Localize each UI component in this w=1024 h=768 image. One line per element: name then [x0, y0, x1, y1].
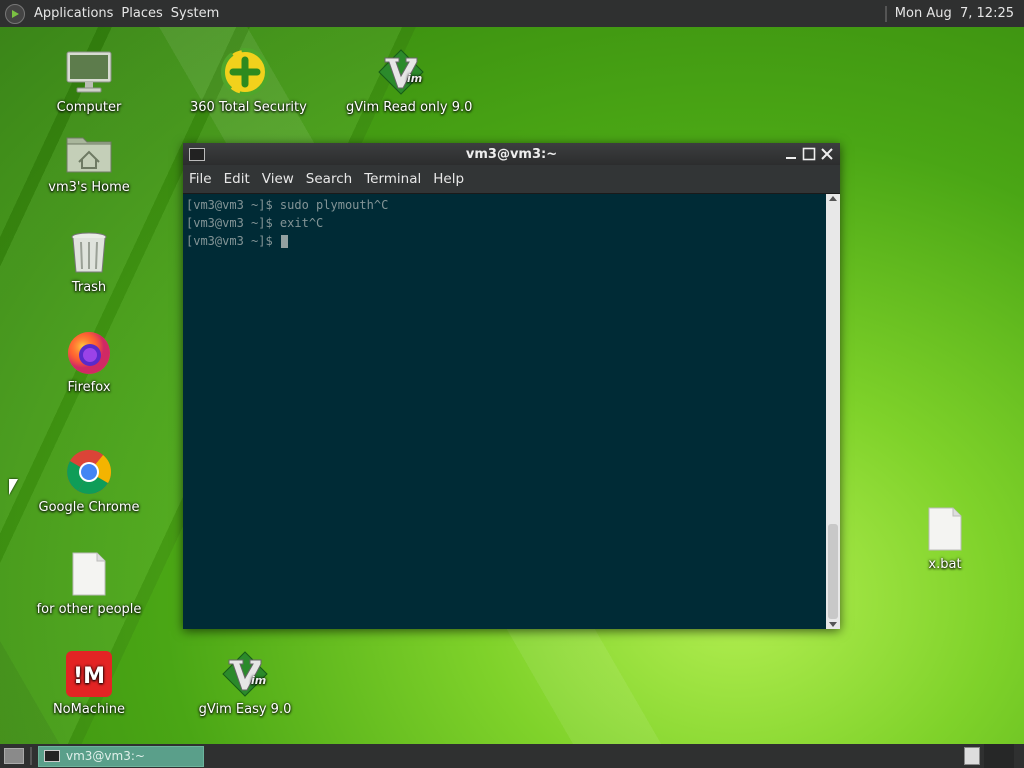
desktop-icon-gvim-read-only[interactable]: im gVim Read only 9.0 [346, 48, 473, 115]
firefox-icon [65, 328, 113, 376]
window-title: vm3@vm3:~ [465, 146, 558, 162]
menu-file[interactable]: File [183, 171, 218, 187]
desktop-icon-label: vm3's Home [48, 180, 130, 195]
desktop-icon-label: Computer [56, 100, 122, 115]
terminal-line: [vm3@vm3 ~]$ sudo plymouth^C [186, 198, 389, 212]
document-icon [921, 505, 969, 553]
home-folder-icon [65, 128, 113, 176]
desktop-icon-label: Firefox [67, 380, 111, 395]
maximize-button[interactable] [802, 147, 816, 161]
workspace-switcher[interactable] [984, 744, 1014, 768]
menu-terminal[interactable]: Terminal [358, 171, 427, 187]
text-cursor [280, 235, 288, 248]
scroll-up-arrow-icon[interactable] [829, 196, 837, 201]
desktop-icon-label: NoMachine [52, 702, 126, 717]
terminal-icon [44, 750, 60, 762]
mouse-pointer-icon [9, 479, 18, 495]
desktop-icon-gvim-easy[interactable]: im gVim Easy 9.0 [190, 650, 300, 717]
desktop-icon-label: for other people [36, 602, 142, 617]
desktop-icon-label: gVim Read only 9.0 [346, 100, 473, 115]
menu-view[interactable]: View [256, 171, 300, 187]
desktop-icon-trash[interactable]: Trash [34, 228, 144, 295]
show-desktop-icon[interactable] [4, 748, 24, 764]
terminal-line: [vm3@vm3 ~]$ [186, 234, 280, 248]
gvim-icon: im [221, 650, 269, 698]
desktop-icon-nomachine[interactable]: !M NoMachine [34, 650, 144, 717]
svg-text:im: im [251, 674, 266, 687]
applications-menu[interactable]: Applications [30, 6, 117, 21]
desktop-icon-label: 360 Total Security [190, 100, 307, 115]
panel-separator [884, 5, 887, 22]
terminal-output[interactable]: [vm3@vm3 ~]$ sudo plymouth^C [vm3@vm3 ~]… [183, 194, 826, 629]
nomachine-icon: !M [65, 650, 113, 698]
system-menu[interactable]: System [167, 6, 223, 21]
trash-icon [65, 228, 113, 276]
terminal-line: [vm3@vm3 ~]$ exit^C [186, 216, 324, 230]
desktop-icon-x-bat[interactable]: x.bat [890, 505, 1000, 572]
desktop-icon-label: x.bat [928, 557, 962, 572]
desktop-icon-firefox[interactable]: Firefox [34, 328, 144, 395]
terminal-scrollbar[interactable] [826, 194, 840, 629]
chrome-icon [65, 448, 113, 496]
desktop-icon-for-other-people[interactable]: for other people [34, 550, 144, 617]
panel-separator [30, 747, 32, 765]
desktop-icon-label: Google Chrome [38, 500, 140, 515]
menu-search[interactable]: Search [300, 171, 358, 187]
window-titlebar[interactable]: vm3@vm3:~ [183, 143, 840, 165]
gvim-icon: im [377, 48, 425, 96]
scrollbar-thumb[interactable] [828, 524, 838, 619]
places-menu[interactable]: Places [117, 6, 166, 21]
top-panel: Applications Places System Mon Aug 7, 12… [0, 0, 1024, 27]
minimize-button[interactable] [784, 147, 798, 161]
desktop-icon-home[interactable]: vm3's Home [34, 128, 144, 195]
workspace-switcher-icon[interactable] [964, 747, 980, 765]
taskbar-item-terminal[interactable]: vm3@vm3:~ [38, 745, 204, 767]
desktop-icon-label: gVim Easy 9.0 [198, 702, 292, 717]
svg-text:im: im [407, 72, 422, 85]
distro-logo-icon[interactable] [5, 3, 25, 24]
bottom-panel: vm3@vm3:~ [0, 744, 1024, 768]
desktop-icon-360-total-security[interactable]: 360 Total Security [190, 48, 307, 115]
document-icon [65, 550, 113, 598]
desktop-icon-label: Trash [71, 280, 107, 295]
taskbar-item-label: vm3@vm3:~ [66, 749, 145, 763]
security-icon [221, 48, 269, 96]
scroll-down-arrow-icon[interactable] [829, 622, 837, 627]
menu-help[interactable]: Help [427, 171, 470, 187]
terminal-menubar: File Edit View Search Terminal Help [183, 165, 840, 194]
clock[interactable]: Mon Aug 7, 12:25 [895, 6, 1014, 21]
svg-text:!M: !M [73, 664, 105, 689]
menu-edit[interactable]: Edit [218, 171, 256, 187]
close-button[interactable] [820, 147, 834, 161]
computer-icon [65, 48, 113, 96]
terminal-window[interactable]: vm3@vm3:~ File Edit View Search Terminal… [183, 143, 840, 629]
desktop-icon-chrome[interactable]: Google Chrome [34, 448, 144, 515]
desktop-icon-computer[interactable]: Computer [34, 48, 144, 115]
